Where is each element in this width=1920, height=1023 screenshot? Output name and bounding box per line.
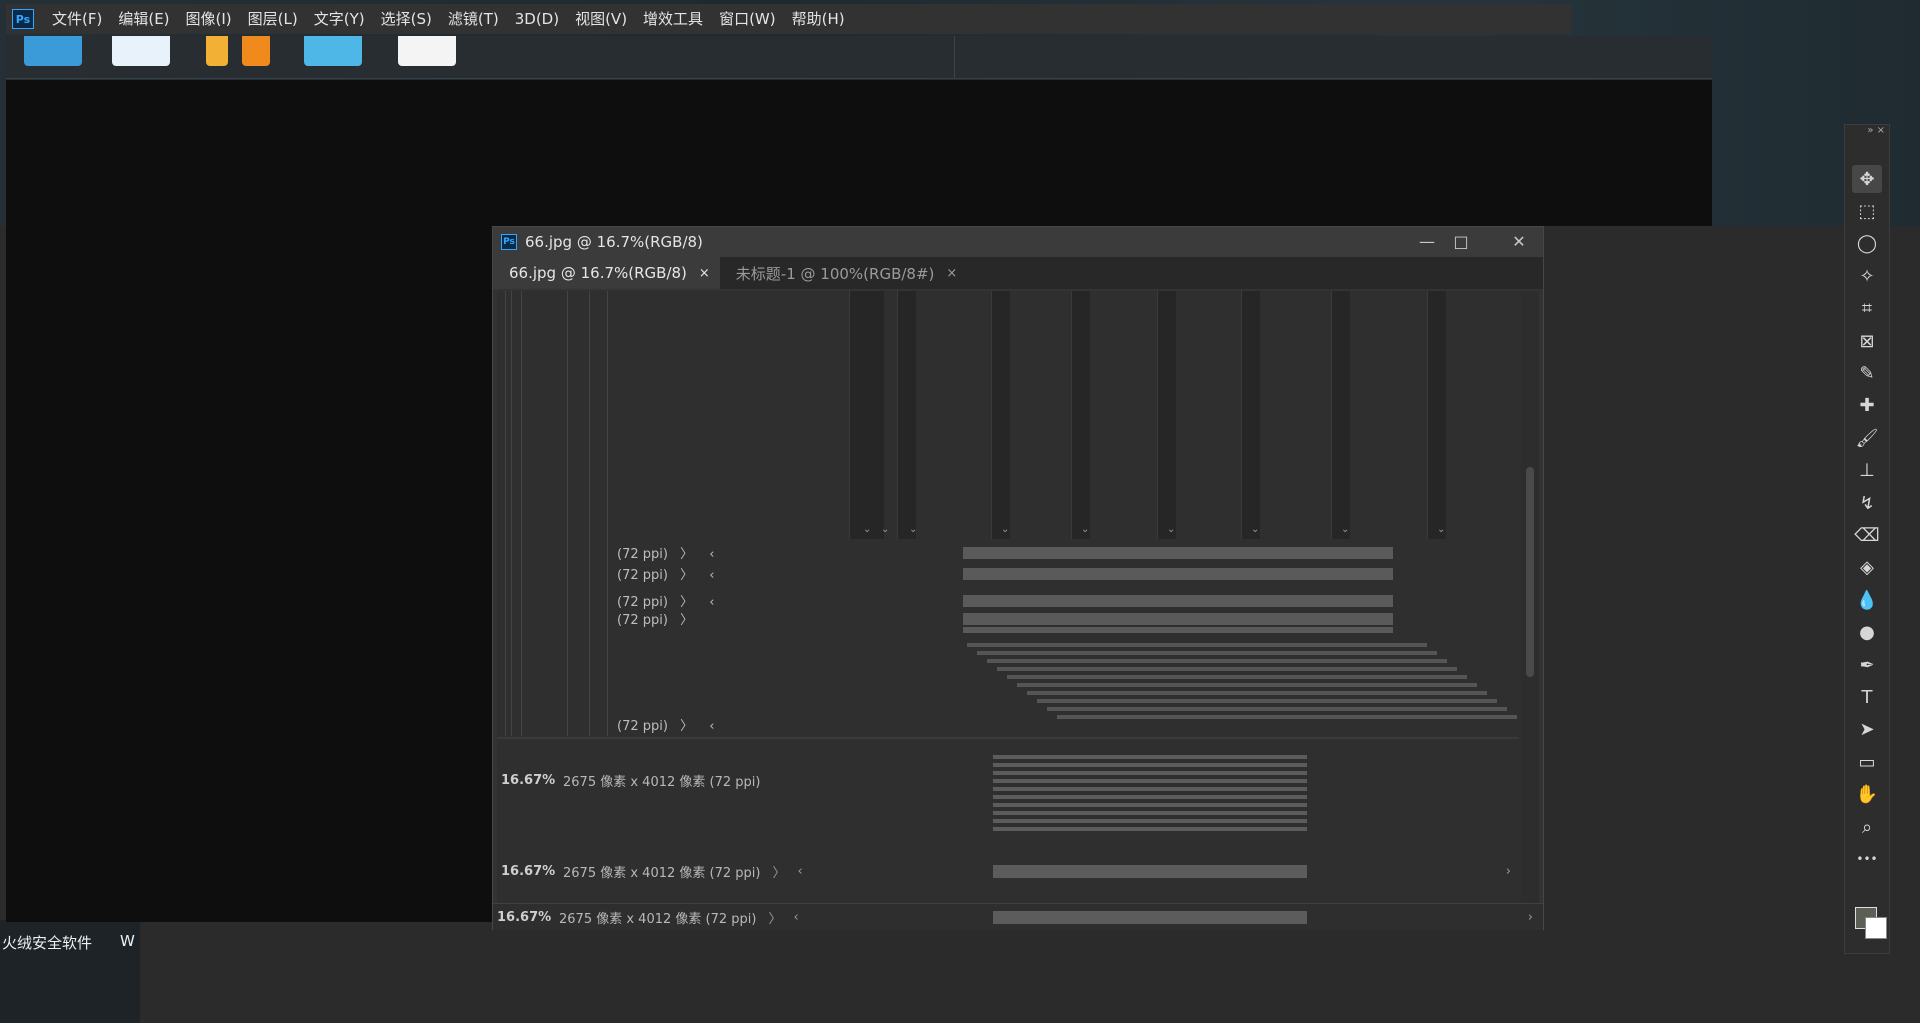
vertical-scrollbar[interactable]: [1521, 291, 1539, 903]
move-tool-icon[interactable]: ✥: [1852, 165, 1882, 193]
ppi-row: (72 ppi) 〉 ‹: [617, 595, 715, 610]
menu-filter[interactable]: 滤镜(T): [440, 4, 507, 34]
photoshop-small-icon: Ps: [501, 234, 517, 250]
paint-bucket-tool-icon[interactable]: ◈: [1852, 554, 1882, 582]
workspace-background-right: [1544, 226, 1844, 1023]
eyedropper-tool-icon[interactable]: ✎: [1852, 359, 1882, 387]
options-bar: [6, 36, 1712, 79]
menu-file[interactable]: 文件(F): [44, 4, 110, 34]
menu-type[interactable]: 文字(Y): [306, 4, 373, 34]
status-bar-shape: [963, 613, 1393, 625]
ppi-row: (72 ppi) 〉 ‹: [617, 547, 715, 562]
scroll-left-arrow[interactable]: ‹: [793, 910, 798, 925]
tab-close-icon[interactable]: ×: [946, 266, 957, 281]
path-selection-tool-icon[interactable]: ➤: [1852, 716, 1882, 744]
status-row-ghost: 16.67% 2675 像素 x 4012 像素 (72 ppi): [501, 772, 761, 790]
menu-plugins[interactable]: 增效工具: [635, 4, 711, 34]
status-bar-shape: [963, 547, 1393, 559]
menu-edit[interactable]: 编辑(E): [110, 4, 177, 34]
pen-tool-icon[interactable]: ✒: [1852, 651, 1882, 679]
frame-tool-icon[interactable]: ⊠: [1852, 327, 1882, 355]
status-bar-shape: [963, 627, 1393, 633]
ppi-row: (72 ppi) 〉 ‹: [617, 568, 715, 583]
photoshop-logo-icon[interactable]: Ps: [12, 9, 34, 29]
more-tools-icon[interactable]: •••: [1852, 845, 1882, 873]
kindle-icon[interactable]: [398, 36, 456, 66]
toolbox-header[interactable]: » ×: [1845, 125, 1889, 141]
menu-image[interactable]: 图像(I): [178, 4, 240, 34]
jianying-app-icon[interactable]: [24, 36, 82, 66]
tab-close-icon[interactable]: ×: [699, 266, 710, 281]
toolbox-panel: » × ✥ ⬚ ◯ ✧ ⌗ ⊠ ✎ ✚ 🖌 ⊥ ↯ ⌫ ◈ 💧 ● ✒ T ➤ ▭ ✋ ⌕ •••: [1844, 124, 1890, 954]
canvas-area: [6, 80, 1712, 226]
healing-brush-tool-icon[interactable]: ✚: [1852, 392, 1882, 420]
shortcut-icon[interactable]: [206, 36, 228, 66]
menu-help[interactable]: 帮助(H): [784, 4, 853, 34]
zoom-tool-icon[interactable]: ⌕: [1852, 813, 1882, 841]
brush-tool-icon[interactable]: 🖌: [1852, 424, 1882, 452]
close-button[interactable]: ✕: [1505, 231, 1533, 253]
maximize-button[interactable]: □: [1447, 231, 1475, 253]
menu-bar: Ps 文件(F) 编辑(E) 图像(I) 图层(L) 文字(Y) 选择(S) 滤…: [6, 4, 1572, 34]
document-window: Ps 66.jpg @ 16.7%(RGB/8) — □ ✕ 66.jpg @ …: [492, 226, 1544, 930]
canvas-area-left: [6, 226, 492, 922]
menu-3d[interactable]: 3D(D): [507, 4, 567, 34]
tab-label: 未标题-1 @ 100%(RGB/8#): [735, 264, 935, 283]
zoom-level[interactable]: 16.67%: [497, 910, 559, 925]
ppi-row: (72 ppi) 〉 ‹: [617, 719, 715, 734]
menu-window[interactable]: 窗口(W): [711, 4, 784, 34]
minimize-button[interactable]: —: [1413, 231, 1441, 253]
desktop-icon-label[interactable]: W: [120, 932, 135, 950]
baidu-netdisk-icon[interactable]: [112, 36, 170, 66]
lasso-tool-icon[interactable]: ◯: [1852, 230, 1882, 258]
document-dimensions: 2675 像素 x 4012 像素 (72 ppi): [559, 911, 757, 927]
document-title-bar[interactable]: Ps 66.jpg @ 16.7%(RGB/8) — □ ✕: [493, 227, 1543, 257]
ppi-row: (72 ppi) 〉: [617, 613, 694, 628]
eraser-tool-icon[interactable]: ⌫: [1852, 521, 1882, 549]
magic-wand-tool-icon[interactable]: ✧: [1852, 262, 1882, 290]
document-tabs: 66.jpg @ 16.7%(RGB/8) × 未标题-1 @ 100%(RGB…: [493, 257, 1543, 289]
rectangle-tool-icon[interactable]: ▭: [1852, 748, 1882, 776]
status-bar-shape: [963, 568, 1393, 580]
menu-view[interactable]: 视图(V): [567, 4, 635, 34]
scroll-right-arrow[interactable]: ›: [1528, 910, 1533, 925]
menu-select[interactable]: 选择(S): [373, 4, 440, 34]
tab-label: 66.jpg @ 16.7%(RGB/8): [509, 264, 687, 282]
desktop-icon-label[interactable]: 火绒安全软件: [2, 932, 92, 953]
hand-tool-icon[interactable]: ✋: [1852, 781, 1882, 809]
history-brush-tool-icon[interactable]: ↯: [1852, 489, 1882, 517]
bilibili-live-icon[interactable]: [304, 36, 362, 66]
tab-untitled-1[interactable]: 未标题-1 @ 100%(RGB/8#) ×: [719, 257, 968, 289]
blur-tool-icon[interactable]: 💧: [1852, 586, 1882, 614]
status-bar-shape: [963, 595, 1393, 607]
clone-stamp-tool-icon[interactable]: ⊥: [1852, 457, 1882, 485]
document-title: 66.jpg @ 16.7%(RGB/8): [525, 233, 703, 251]
type-tool-icon[interactable]: T: [1852, 683, 1882, 711]
app-shortcut-icon[interactable]: [242, 36, 270, 66]
menu-layer[interactable]: 图层(L): [240, 4, 306, 34]
dodge-tool-icon[interactable]: ●: [1852, 619, 1882, 647]
document-canvas[interactable]: ⌄ ⌄ ⌄ ⌄ ⌄ ⌄ ⌄ ⌄ ⌄ (72 ppi) 〉 ‹ (72 ppi) …: [497, 291, 1527, 903]
tab-66-jpg[interactable]: 66.jpg @ 16.7%(RGB/8) ×: [493, 257, 720, 289]
document-status-bar: 16.67% 2675 像素 x 4012 像素 (72 ppi) 〉 ‹ ›: [493, 903, 1543, 930]
options-divider: [954, 36, 955, 78]
crop-tool-icon[interactable]: ⌗: [1852, 295, 1882, 323]
status-menu-arrow[interactable]: 〉: [768, 908, 781, 927]
background-color-swatch[interactable]: [1865, 917, 1887, 939]
scrollbar-thumb[interactable]: [1526, 467, 1534, 677]
marquee-tool-icon[interactable]: ⬚: [1852, 197, 1882, 225]
